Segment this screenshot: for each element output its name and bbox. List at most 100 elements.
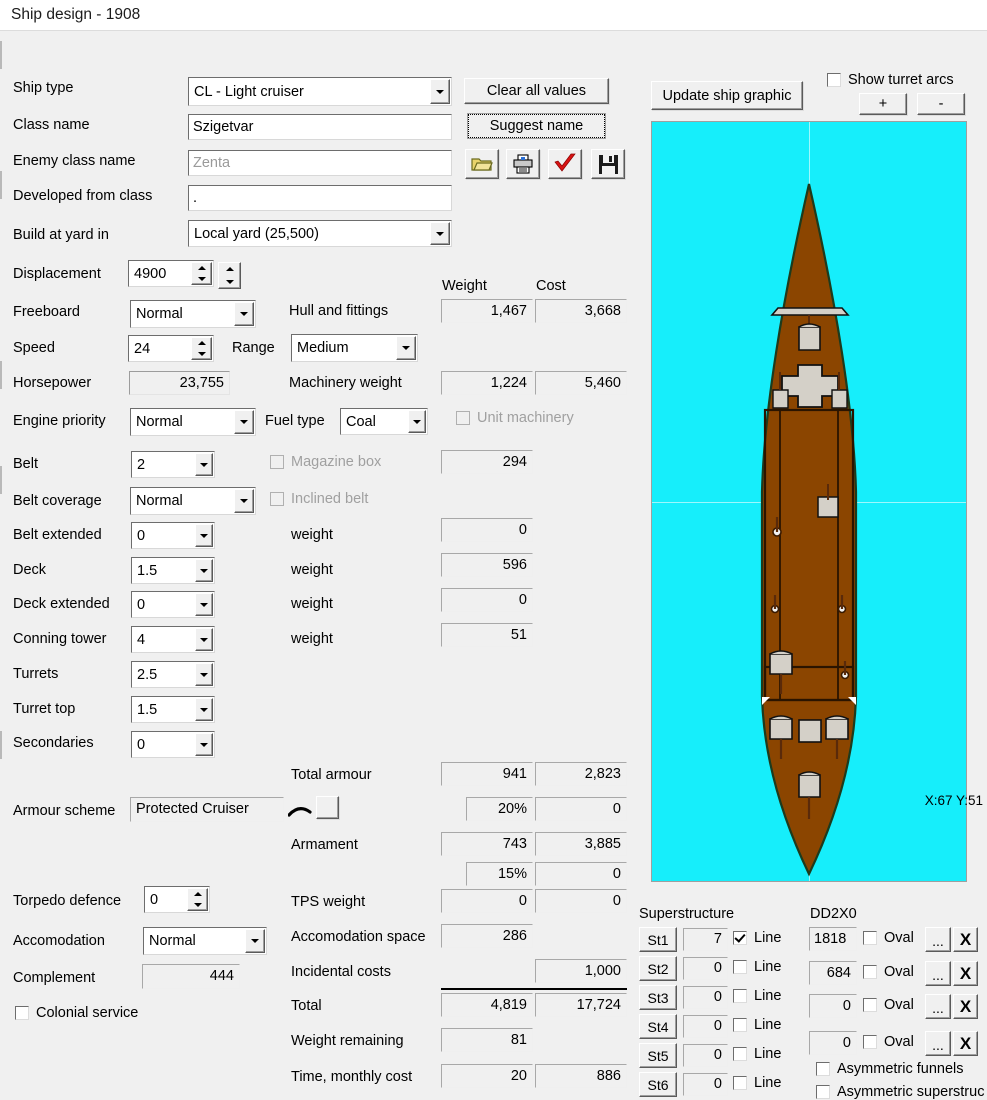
asymmetric-superstructure-checkbox-box[interactable] <box>816 1085 830 1099</box>
chevron-down-icon[interactable] <box>195 559 213 582</box>
chevron-down-icon[interactable] <box>195 453 213 476</box>
print-button[interactable] <box>506 149 540 179</box>
show-turret-arcs-checkbox[interactable]: Show turret arcs <box>827 72 954 88</box>
suggest-name-button[interactable]: Suggest name <box>467 113 606 139</box>
clear-all-values-button[interactable]: Clear all values <box>464 78 609 104</box>
chevron-down-icon[interactable] <box>234 302 254 326</box>
line-checkbox-box-1[interactable] <box>733 931 747 945</box>
funnel-remove-button-3[interactable]: X <box>953 994 978 1019</box>
superstructure-button-st6[interactable]: St6 <box>639 1072 677 1097</box>
zoom-out-button[interactable]: - <box>917 93 965 115</box>
funnel-edit-button-3[interactable]: ... <box>925 994 951 1019</box>
armour-scheme-swatch-button[interactable] <box>316 796 339 819</box>
superstructure-line-checkbox-4[interactable]: Line <box>733 1017 781 1033</box>
displacement-stepper[interactable]: 4900 <box>128 260 214 287</box>
chevron-down-icon[interactable] <box>234 410 254 434</box>
turret-top-combo[interactable]: 1.5 <box>131 696 215 723</box>
inclined-belt-checkbox[interactable]: Inclined belt <box>270 491 368 507</box>
displacement-spin-buttons-secondary[interactable] <box>218 262 241 289</box>
chevron-down-icon[interactable] <box>234 489 254 513</box>
chevron-down-icon[interactable] <box>430 79 450 104</box>
magazine-box-checkbox-box[interactable] <box>270 455 284 469</box>
secondaries-combo[interactable]: 0 <box>131 731 215 758</box>
chevron-down-icon[interactable] <box>408 410 426 433</box>
class-name-input[interactable]: Szigetvar <box>188 114 452 140</box>
funnel-oval-checkbox-1[interactable]: Oval <box>863 930 914 946</box>
ship-graphic-canvas[interactable] <box>651 121 967 882</box>
engine-priority-combo[interactable]: Normal <box>130 408 256 436</box>
chevron-down-icon[interactable] <box>195 698 213 721</box>
oval-checkbox-box-4[interactable] <box>863 1035 877 1049</box>
funnel-edit-button-2[interactable]: ... <box>925 961 951 986</box>
armour-scheme-input[interactable]: Protected Cruiser <box>130 797 284 822</box>
deck-combo[interactable]: 1.5 <box>131 557 215 584</box>
asymmetric-superstructure-checkbox[interactable]: Asymmetric superstruc <box>816 1084 984 1100</box>
unit-machinery-checkbox-box[interactable] <box>456 411 470 425</box>
funnel-remove-button-1[interactable]: X <box>953 927 978 952</box>
belt-coverage-combo[interactable]: Normal <box>130 487 256 515</box>
torpedo-defence-stepper[interactable]: 0 <box>144 886 210 913</box>
funnel-value-1[interactable]: 1818 <box>809 927 857 951</box>
superstructure-line-checkbox-1[interactable]: Line <box>733 930 781 946</box>
speed-stepper[interactable]: 24 <box>128 335 214 362</box>
unit-machinery-checkbox[interactable]: Unit machinery <box>456 410 574 426</box>
funnel-oval-checkbox-4[interactable]: Oval <box>863 1034 914 1050</box>
build-at-yard-combo[interactable]: Local yard (25,500) <box>188 220 452 247</box>
speed-spin-buttons[interactable] <box>191 337 212 360</box>
chevron-down-icon[interactable] <box>396 336 416 360</box>
chevron-down-icon[interactable] <box>245 929 265 953</box>
funnel-remove-button-2[interactable]: X <box>953 961 978 986</box>
deck-extended-combo[interactable]: 0 <box>131 591 215 618</box>
show-turret-arcs-checkbox-box[interactable] <box>827 73 841 87</box>
freeboard-combo[interactable]: Normal <box>130 300 256 328</box>
belt-combo[interactable]: 2 <box>131 451 215 478</box>
chevron-down-icon[interactable] <box>430 222 450 245</box>
funnel-value-4[interactable]: 0 <box>809 1031 857 1055</box>
chevron-down-icon[interactable] <box>195 663 213 686</box>
line-checkbox-box-3[interactable] <box>733 989 747 1003</box>
superstructure-button-st5[interactable]: St5 <box>639 1043 677 1068</box>
asymmetric-funnels-checkbox[interactable]: Asymmetric funnels <box>816 1061 964 1077</box>
fuel-type-combo[interactable]: Coal <box>340 408 428 435</box>
enemy-class-name-input[interactable]: Zenta <box>188 150 452 176</box>
superstructure-line-checkbox-3[interactable]: Line <box>733 988 781 1004</box>
line-checkbox-box-5[interactable] <box>733 1047 747 1061</box>
superstructure-button-st2[interactable]: St2 <box>639 956 677 981</box>
torpedo-defence-spin-buttons[interactable] <box>187 888 208 911</box>
chevron-down-icon[interactable] <box>195 593 213 616</box>
colonial-service-checkbox[interactable]: Colonial service <box>15 1005 138 1021</box>
chevron-down-icon[interactable] <box>195 628 213 651</box>
funnel-edit-button-4[interactable]: ... <box>925 1031 951 1056</box>
chevron-down-icon[interactable] <box>195 733 213 756</box>
funnel-value-3[interactable]: 0 <box>809 994 857 1018</box>
inclined-belt-checkbox-box[interactable] <box>270 492 284 506</box>
magazine-box-checkbox[interactable]: Magazine box <box>270 454 381 470</box>
oval-checkbox-box-2[interactable] <box>863 965 877 979</box>
superstructure-line-checkbox-2[interactable]: Line <box>733 959 781 975</box>
accept-button[interactable] <box>548 149 582 179</box>
update-ship-graphic-button[interactable]: Update ship graphic <box>651 81 803 110</box>
superstructure-button-st1[interactable]: St1 <box>639 927 677 952</box>
superstructure-line-checkbox-6[interactable]: Line <box>733 1075 781 1091</box>
colonial-service-checkbox-box[interactable] <box>15 1006 29 1020</box>
funnel-edit-button-1[interactable]: ... <box>925 927 951 952</box>
zoom-in-button[interactable]: + <box>859 93 907 115</box>
accomodation-combo[interactable]: Normal <box>143 927 267 955</box>
funnel-value-2[interactable]: 684 <box>809 961 857 985</box>
oval-checkbox-box-3[interactable] <box>863 998 877 1012</box>
funnel-oval-checkbox-3[interactable]: Oval <box>863 997 914 1013</box>
asymmetric-funnels-checkbox-box[interactable] <box>816 1062 830 1076</box>
line-checkbox-box-6[interactable] <box>733 1076 747 1090</box>
conning-tower-combo[interactable]: 4 <box>131 626 215 653</box>
ship-type-combo[interactable]: CL - Light cruiser <box>188 77 452 106</box>
belt-extended-combo[interactable]: 0 <box>131 522 215 549</box>
displacement-spin-buttons[interactable] <box>191 262 212 285</box>
funnel-remove-button-4[interactable]: X <box>953 1031 978 1056</box>
line-checkbox-box-4[interactable] <box>733 1018 747 1032</box>
oval-checkbox-box-1[interactable] <box>863 931 877 945</box>
superstructure-line-checkbox-5[interactable]: Line <box>733 1046 781 1062</box>
chevron-down-icon[interactable] <box>195 524 213 547</box>
funnel-oval-checkbox-2[interactable]: Oval <box>863 964 914 980</box>
superstructure-button-st3[interactable]: St3 <box>639 985 677 1010</box>
line-checkbox-box-2[interactable] <box>733 960 747 974</box>
